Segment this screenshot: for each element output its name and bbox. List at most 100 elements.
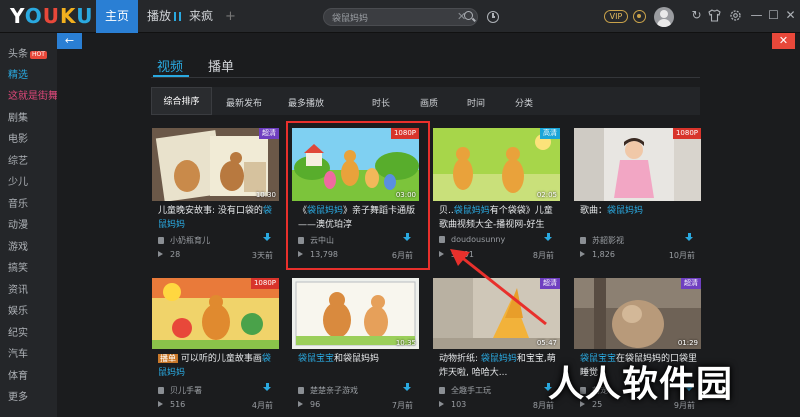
hot-badge: HOT — [30, 51, 47, 59]
video-thumbnail[interactable]: 高清 02:05 — [433, 128, 560, 201]
sidebar-item-anime[interactable]: 动漫 — [8, 216, 28, 231]
sidebar-item-games[interactable]: 游戏 — [8, 238, 28, 253]
video-title[interactable]: 袋鼠宝宝和袋鼠妈妈 — [298, 352, 419, 380]
title-highlight: 袋鼠宝宝 — [298, 354, 335, 364]
video-thumbnail[interactable]: 1080P — [574, 128, 701, 201]
avatar[interactable] — [654, 7, 674, 27]
annotation-highlight-box — [286, 121, 430, 270]
upload-time: 7月前 — [391, 401, 413, 410]
sidebar-item-street-dance[interactable]: 这就是街舞 — [8, 87, 58, 102]
filter-time[interactable]: 时间 — [467, 96, 485, 109]
download-icon[interactable] — [263, 383, 272, 392]
sidebar-item-kids[interactable]: 少儿 — [8, 173, 28, 188]
download-icon[interactable] — [263, 233, 272, 242]
uploader-name[interactable]: 小奶瓶育儿 — [158, 235, 210, 246]
uploader-name[interactable]: 苏韶影视 — [580, 235, 624, 246]
video-title[interactable]: 动物折纸: 袋鼠妈妈和宝宝,萌炸天啦, 哈哈大... — [439, 352, 560, 380]
video-thumbnail[interactable]: 10:35 — [292, 278, 419, 349]
sidebar-item-documentary[interactable]: 纪实 — [8, 324, 28, 339]
title-text: 和袋鼠妈妈 — [334, 354, 380, 364]
youku-logo[interactable]: YOUKU — [10, 4, 93, 28]
play-count: 28 — [158, 250, 180, 259]
title-highlight: 袋鼠妈妈 — [480, 354, 517, 364]
settings-icon[interactable] — [729, 9, 742, 22]
sort-latest[interactable]: 最新发布 — [226, 96, 262, 109]
skin-icon[interactable] — [708, 9, 721, 22]
uploader-name[interactable]: 贝儿手署 — [158, 385, 202, 396]
title-text: 贝.. — [439, 206, 454, 216]
duration-label: 10:35 — [395, 339, 416, 347]
search-box[interactable]: 袋鼠妈妈 ✕ — [323, 8, 478, 26]
download-icon[interactable] — [544, 233, 553, 242]
title-highlight: 袋鼠妈妈 — [607, 206, 644, 216]
title-text: 可以听的儿童故事画 — [178, 354, 262, 364]
filter-duration[interactable]: 时长 — [372, 96, 390, 109]
sidebar-item-movies[interactable]: 电影 — [8, 130, 28, 145]
tab-playlist[interactable]: 播单 — [208, 56, 234, 75]
quality-badge: 高清 — [540, 128, 560, 139]
sidebar-item-more[interactable]: 更多 — [8, 388, 28, 403]
upload-time: 3天前 — [251, 251, 273, 260]
sidebar: 头条 HOT 精选 这就是街舞 剧集 电影 综艺 少儿 音乐 动漫 游戏 搞笑 资… — [0, 33, 58, 417]
title-highlight: 袋鼠妈妈 — [453, 206, 490, 216]
sort-most-played[interactable]: 最多播放 — [288, 96, 324, 109]
sidebar-item-auto[interactable]: 汽车 — [8, 345, 28, 360]
duration-label: 10:30 — [255, 191, 276, 199]
download-icon[interactable] — [403, 383, 412, 392]
duration-label: 05:47 — [536, 339, 557, 347]
sidebar-item-music[interactable]: 音乐 — [8, 195, 28, 210]
video-thumbnail[interactable]: 1080P — [152, 278, 279, 349]
sidebar-item-drama[interactable]: 剧集 — [8, 109, 28, 124]
play-count: 103 — [439, 400, 466, 409]
sidebar-item-entertainment[interactable]: 娱乐 — [8, 302, 28, 317]
upload-time: 4月前 — [251, 401, 273, 410]
play-count: 96 — [298, 400, 320, 409]
search-icon[interactable] — [464, 11, 473, 20]
quality-badge: 1080P — [672, 128, 701, 139]
uploader-name[interactable]: doudousunny — [439, 235, 505, 244]
sidebar-item-headlines[interactable]: 头条 HOT — [8, 45, 47, 60]
playlist-tag: 播单 — [158, 354, 178, 363]
quality-badge: 1080P — [250, 278, 279, 289]
history-icon[interactable] — [487, 11, 499, 23]
watermark-text: 人人软件园 — [548, 364, 734, 405]
coin-icon[interactable] — [633, 10, 646, 23]
nav-tab-laifeng[interactable]: 来疯 — [189, 0, 213, 33]
video-thumbnail[interactable]: 超清 01:29 — [574, 278, 701, 349]
video-title[interactable]: 儿童晚安故事: 没有口袋的袋鼠妈妈 — [158, 204, 279, 232]
sidebar-item-featured[interactable]: 精选 — [8, 66, 28, 81]
search-input[interactable]: 袋鼠妈妈 — [332, 11, 368, 24]
uploader-name[interactable]: 楚楚亲子游戏 — [298, 385, 358, 396]
title-text: 动物折纸: — [439, 354, 481, 364]
download-icon[interactable] — [685, 233, 694, 242]
add-tab-button[interactable]: + — [225, 0, 236, 33]
nav-tab-play[interactable]: 播放 — [147, 0, 182, 33]
title-text: 儿童晚安故事: 没有口袋的 — [158, 206, 263, 216]
sort-comprehensive[interactable]: 综合排序 — [151, 87, 212, 115]
nav-tab-home[interactable]: 主页 — [96, 0, 138, 33]
sidebar-item-label: 头条 — [8, 49, 28, 60]
minimize-icon[interactable]: — — [750, 9, 763, 22]
duration-label: 02:05 — [536, 191, 557, 199]
close-panel-button[interactable]: ✕ — [772, 33, 795, 49]
pause-icon — [174, 12, 182, 21]
refresh-icon[interactable]: ↻ — [690, 9, 703, 22]
active-tab-indicator — [153, 75, 189, 77]
close-icon[interactable]: ✕ — [784, 9, 797, 22]
sidebar-item-news[interactable]: 资讯 — [8, 281, 28, 296]
filter-quality[interactable]: 画质 — [420, 96, 438, 109]
video-title[interactable]: 播单 可以听的儿童故事画袋鼠妈妈 — [158, 352, 279, 380]
vip-badge[interactable]: VIP — [604, 10, 628, 23]
filter-category[interactable]: 分类 — [515, 96, 533, 109]
video-title[interactable]: 贝..袋鼠妈妈有个袋袋》儿童歌曲视频大全-播视网-好生 — [439, 204, 560, 232]
tab-video[interactable]: 视频 — [157, 56, 183, 75]
sidebar-item-variety[interactable]: 综艺 — [8, 152, 28, 167]
video-title[interactable]: 歌曲：袋鼠妈妈 — [580, 204, 701, 232]
maximize-icon[interactable]: ☐ — [767, 9, 780, 22]
back-button[interactable]: ← — [57, 33, 82, 49]
nav-tab-play-label: 播放 — [147, 9, 172, 23]
video-thumbnail[interactable]: 超清 10:30 — [152, 128, 279, 201]
sidebar-item-funny[interactable]: 搞笑 — [8, 259, 28, 274]
uploader-name[interactable]: 全趣手工玩 — [439, 385, 491, 396]
sidebar-item-sports[interactable]: 体育 — [8, 367, 28, 382]
